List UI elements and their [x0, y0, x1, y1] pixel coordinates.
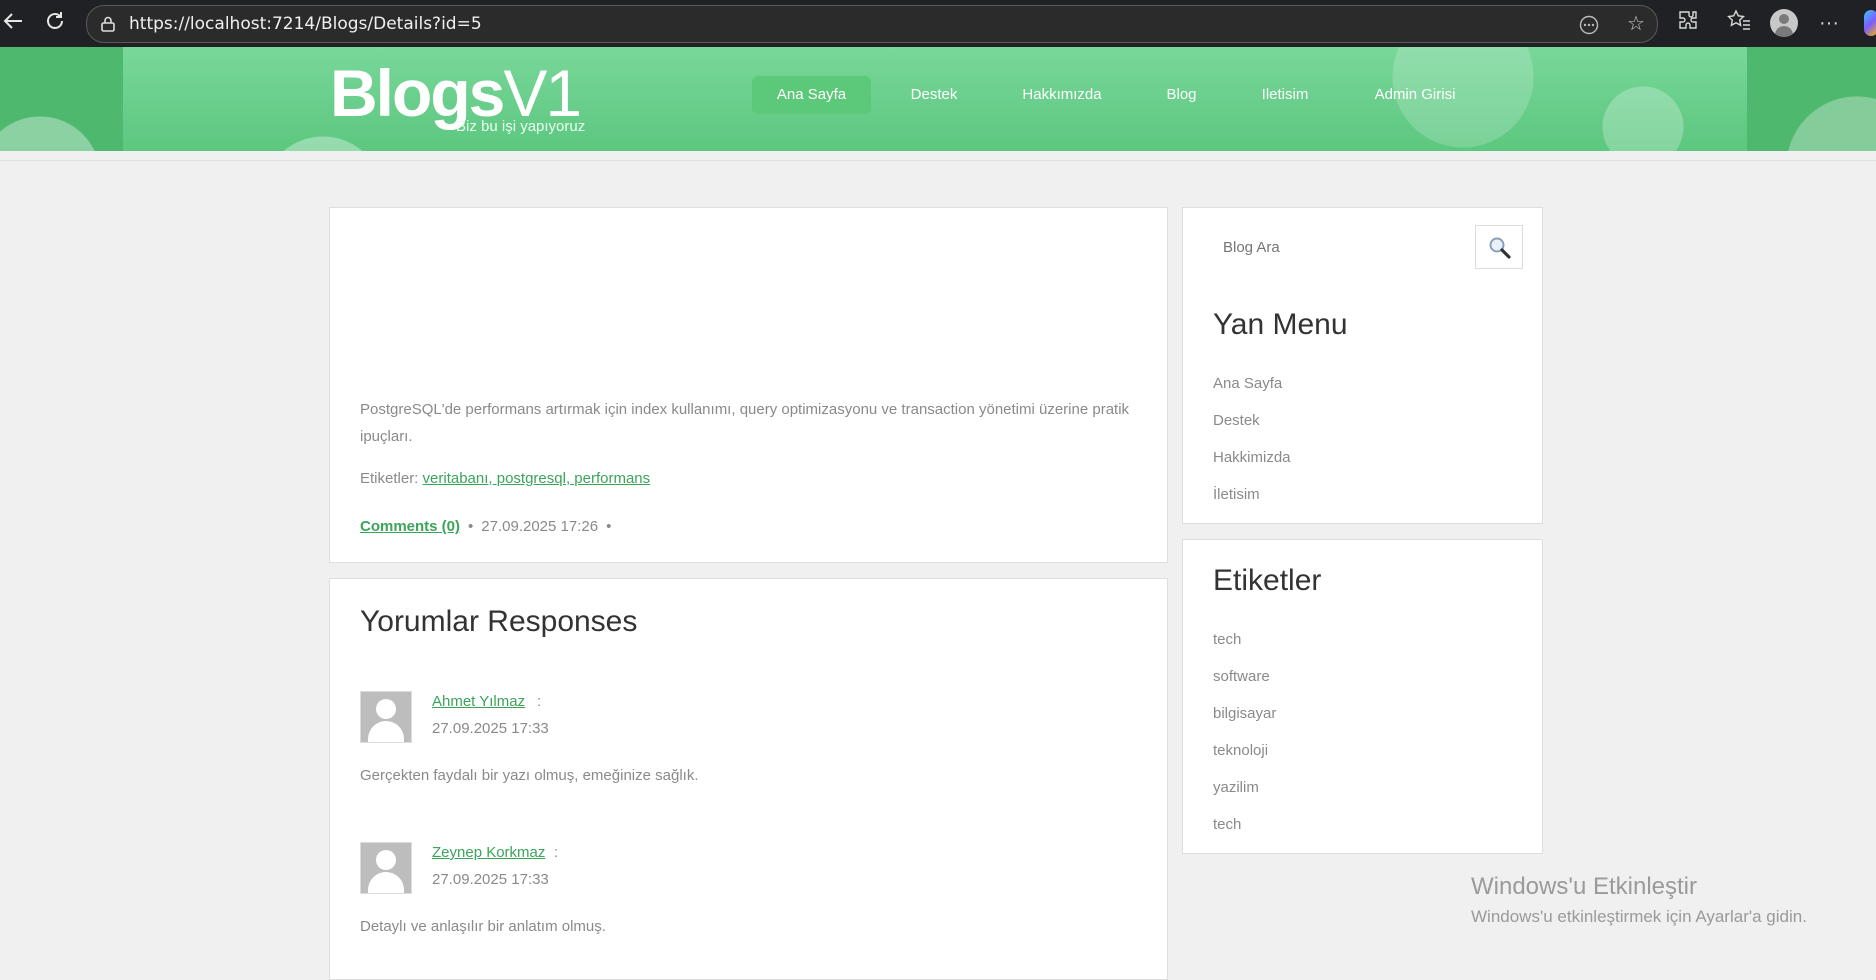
- magnifier-icon: [1489, 237, 1511, 259]
- back-arrow-icon[interactable]: [0, 10, 26, 36]
- tag-item[interactable]: bilgisayar: [1213, 705, 1276, 722]
- nav-ana-sayfa[interactable]: Ana Sayfa: [752, 76, 871, 114]
- comment-author-colon: :: [554, 844, 559, 861]
- tag-item[interactable]: tech: [1213, 816, 1241, 833]
- browser-toolbar: https://localhost:7214/Blogs/Details?id=…: [0, 0, 1876, 47]
- side-menu-item[interactable]: Hakkimizda: [1213, 449, 1291, 466]
- sidebar-menu-card: Yan Menu Ana Sayfa Destek Hakkimizda İle…: [1182, 207, 1543, 524]
- favorites-list-icon[interactable]: [1725, 9, 1753, 37]
- comments-card: Yorumlar Responses Ahmet Yılmaz: 27.09.2…: [329, 578, 1168, 980]
- watermark-title: Windows'u Etkinleştir: [1471, 873, 1697, 900]
- side-tags-title: Etiketler: [1213, 564, 1322, 597]
- comment-author-colon: :: [537, 693, 542, 710]
- sidebar-tags-card: Etiketler tech software bilgisayar tekno…: [1182, 539, 1543, 854]
- windows-activation-watermark: Windows'u Etkinleştir Windows'u etkinleş…: [1471, 873, 1807, 927]
- meta-separator: •: [606, 518, 612, 535]
- side-menu-item[interactable]: İletisim: [1213, 486, 1260, 503]
- nav-blog[interactable]: Blog: [1150, 76, 1213, 114]
- side-menu-title: Yan Menu: [1213, 308, 1348, 341]
- tag-item[interactable]: software: [1213, 668, 1270, 685]
- comments-title: Yorumlar Responses: [360, 605, 638, 638]
- comment-author[interactable]: Zeynep Korkmaz: [432, 844, 545, 861]
- lock-icon[interactable]: [99, 15, 117, 33]
- comment-date: 27.09.2025 17:33: [432, 871, 549, 888]
- copilot-icon[interactable]: [1864, 10, 1876, 36]
- post-meta: Comments (0) • 27.09.2025 17:26 •: [360, 518, 619, 535]
- url-text[interactable]: https://localhost:7214/Blogs/Details?id=…: [129, 6, 482, 42]
- address-bar[interactable]: https://localhost:7214/Blogs/Details?id=…: [86, 5, 1658, 43]
- comment-text: Gerçekten faydalı bir yazı olmuş, emeğin…: [360, 767, 699, 784]
- header-divider: [0, 160, 1876, 161]
- user-avatar-icon: [360, 842, 412, 894]
- post-card: PostgreSQL'de performans artırmak için i…: [329, 207, 1168, 563]
- post-tags: Etiketler: veritabanı, postgresql, perfo…: [360, 470, 650, 487]
- tag-item[interactable]: yazilim: [1213, 779, 1259, 796]
- nav-iletisim[interactable]: Iletisim: [1250, 76, 1320, 114]
- comments-count-link[interactable]: Comments (0): [360, 518, 460, 535]
- comment-author[interactable]: Ahmet Yılmaz: [432, 693, 525, 710]
- user-avatar-icon: [360, 691, 412, 743]
- nav-admin-girisi[interactable]: Admin Girisi: [1360, 76, 1470, 114]
- post-tags-label: Etiketler:: [360, 470, 419, 487]
- side-menu-item[interactable]: Ana Sayfa: [1213, 375, 1282, 392]
- comment-text: Detaylı ve anlaşılır bir anlatım olmuş.: [360, 918, 606, 935]
- search-button[interactable]: [1475, 225, 1523, 269]
- side-menu-item[interactable]: Destek: [1213, 412, 1260, 429]
- tag-item[interactable]: tech: [1213, 631, 1241, 648]
- refresh-icon[interactable]: [42, 10, 68, 36]
- more-menu-icon[interactable]: ···: [1815, 9, 1843, 37]
- post-tags-link[interactable]: veritabanı, postgresql, performans: [423, 470, 651, 487]
- site-tagline: Biz bu işi yapıyoruz: [456, 118, 586, 135]
- tag-item[interactable]: teknoloji: [1213, 742, 1268, 759]
- post-description: PostgreSQL'de performans artırmak için i…: [360, 401, 1130, 445]
- banner-background-right: [1747, 47, 1876, 151]
- meta-separator: •: [468, 518, 474, 535]
- post-date: 27.09.2025 17:26: [481, 518, 599, 535]
- banner-background-left: [0, 47, 123, 151]
- extensions-icon[interactable]: [1674, 9, 1702, 37]
- profile-avatar-icon[interactable]: [1770, 9, 1798, 37]
- blog-search: [1201, 225, 1525, 269]
- more-options-circle-icon[interactable]: [1579, 15, 1599, 35]
- nav-hakkimizda[interactable]: Hakkımızda: [1010, 76, 1114, 114]
- watermark-subtitle: Windows'u etkinleştirmek için Ayarlar'a …: [1471, 907, 1807, 926]
- favorite-star-icon[interactable]: ☆: [1625, 13, 1647, 35]
- blog-search-input[interactable]: [1201, 225, 1475, 269]
- nav-destek[interactable]: Destek: [893, 76, 975, 114]
- comment-date: 27.09.2025 17:33: [432, 720, 549, 737]
